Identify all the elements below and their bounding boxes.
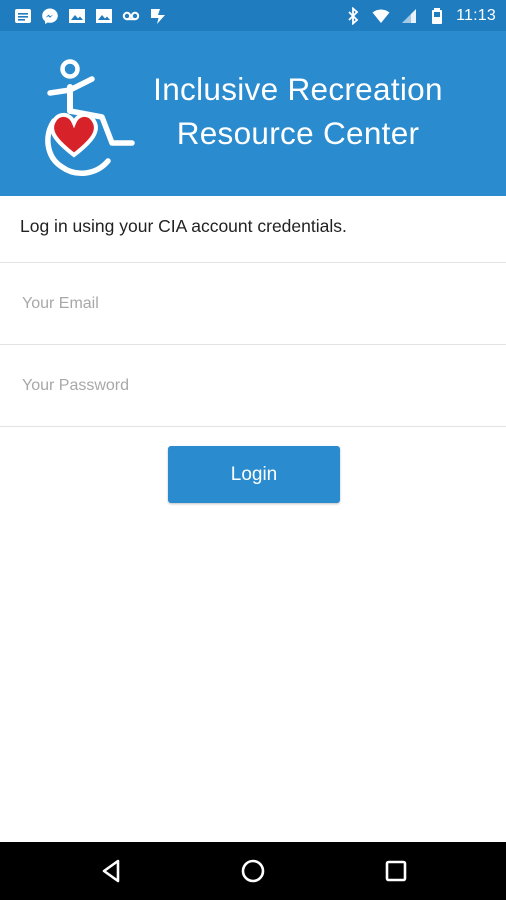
app-header: Inclusive Recreation Resource Center (0, 31, 506, 196)
battery-icon (428, 7, 446, 25)
tick-icon (149, 7, 167, 25)
home-icon[interactable] (238, 856, 268, 886)
status-bar: 11:13 (0, 0, 506, 31)
brand-title-line2: Resource Center (176, 115, 420, 151)
message-icon (14, 7, 32, 25)
login-instructions: Log in using your CIA account credential… (20, 216, 347, 236)
notification-icons (14, 6, 167, 26)
voicemail-icon (122, 7, 140, 25)
password-input[interactable] (20, 345, 490, 427)
email-input[interactable] (20, 263, 490, 345)
gallery-icon (68, 7, 86, 25)
divider (0, 426, 506, 427)
wifi-icon (372, 7, 390, 25)
back-icon[interactable] (96, 856, 126, 886)
clock: 11:13 (456, 7, 496, 24)
gallery-icon (95, 7, 113, 25)
email-field-row (0, 262, 506, 345)
password-field-row (0, 344, 506, 427)
bluetooth-icon (344, 7, 362, 25)
system-icons: 11:13 (344, 6, 496, 26)
login-button[interactable]: Login (168, 446, 340, 503)
brand-title: Inclusive Recreation Resource Center (0, 67, 506, 155)
messenger-icon (41, 7, 59, 25)
navigation-bar (0, 842, 506, 900)
signal-icon (400, 7, 418, 25)
recents-icon[interactable] (381, 856, 411, 886)
brand-title-line1: Inclusive Recreation (153, 71, 443, 107)
